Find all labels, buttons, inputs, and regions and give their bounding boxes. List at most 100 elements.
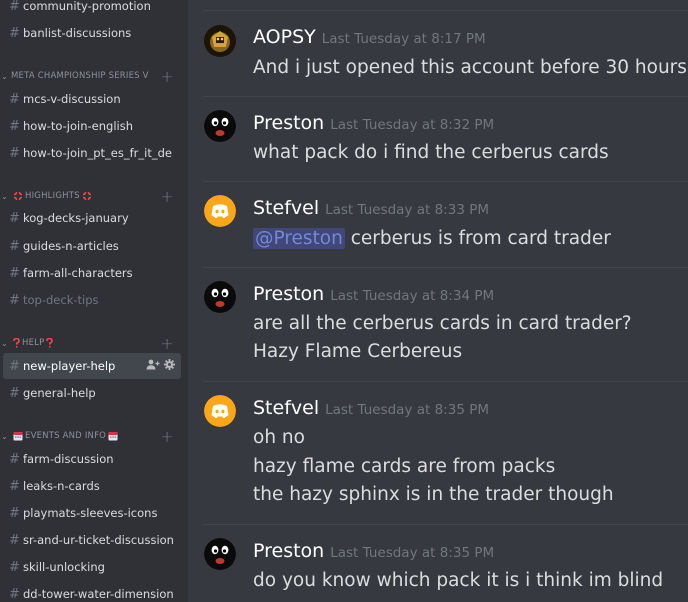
- dark-face-avatar-icon[interactable]: [204, 281, 236, 313]
- category-label: HIGHLIGHTS: [25, 191, 80, 201]
- red-question-icon: [13, 338, 20, 348]
- add-channel-icon[interactable]: +: [160, 187, 174, 206]
- channel-label: farm-discussion: [23, 452, 114, 466]
- message-header: Preston Last Tuesday at 8:34 PM: [253, 283, 494, 305]
- hash-icon: #: [9, 0, 20, 14]
- message-header: Stefvel Last Tuesday at 8:35 PM: [253, 397, 489, 419]
- channel-label: how-to-join-english: [23, 119, 133, 133]
- add-channel-icon[interactable]: +: [160, 334, 174, 353]
- message-header: Preston Last Tuesday at 8:32 PM: [253, 112, 494, 134]
- channel-label: general-help: [23, 386, 96, 400]
- hash-icon: #: [9, 265, 20, 281]
- message-timestamp: Last Tuesday at 8:35 PM: [330, 545, 495, 561]
- message-timestamp: Last Tuesday at 8:33 PM: [325, 202, 489, 218]
- message-text: And i just opened this account before 30…: [253, 57, 687, 78]
- message-timestamp: Last Tuesday at 8:32 PM: [330, 117, 495, 133]
- hash-icon: #: [9, 145, 20, 161]
- channel-dd-tower-water-dimension[interactable]: # dd-tower-water-dimension: [3, 581, 181, 602]
- channel-label: dd-tower-water-dimension: [23, 587, 174, 601]
- calendar-icon: [108, 431, 118, 441]
- chevron-down-icon: ⌄: [1, 71, 8, 81]
- message-timestamp: Last Tuesday at 8:35 PM: [325, 402, 489, 418]
- channel-sr-and-ur-ticket-discussion[interactable]: # sr-and-ur-ticket-discussion: [3, 527, 181, 553]
- channel-community-promotion[interactable]: # community-promotion: [3, 0, 181, 19]
- hash-icon: #: [9, 238, 20, 254]
- aopsy-avatar-icon[interactable]: [204, 25, 236, 57]
- hash-icon: #: [9, 532, 20, 548]
- message-text: Hazy Flame Cerbereus: [253, 341, 463, 362]
- add-channel-icon[interactable]: +: [160, 67, 174, 86]
- hash-icon: #: [9, 25, 20, 41]
- dark-face-avatar-icon[interactable]: [204, 538, 236, 570]
- message-text: are all the cerberus cards in card trade…: [253, 313, 632, 334]
- message-text-body: cerberus is from card trader: [344, 228, 611, 249]
- category-label: EVENTS AND INFO: [25, 431, 107, 441]
- category-meta-championship[interactable]: ⌄ META CHAMPIONSHIP SERIES V +: [0, 67, 184, 86]
- username[interactable]: Preston: [253, 112, 324, 134]
- add-channel-icon[interactable]: +: [160, 427, 174, 446]
- hash-icon: #: [9, 91, 20, 107]
- channel-farm-discussion[interactable]: # farm-discussion: [3, 446, 181, 472]
- invite-user-icon[interactable]: [146, 359, 160, 373]
- channel-leaks-n-cards[interactable]: # leaks-n-cards: [3, 473, 181, 499]
- hash-icon: #: [9, 118, 20, 134]
- discord-logo-avatar-icon[interactable]: [204, 395, 236, 427]
- channel-how-to-join-english[interactable]: # how-to-join-english: [3, 113, 181, 139]
- anger-symbol-icon: [82, 191, 92, 201]
- channel-label: how-to-join_pt_es_fr_it_de: [23, 146, 172, 160]
- channel-mcs-v-discussion[interactable]: # mcs-v-discussion: [3, 86, 181, 112]
- category-help[interactable]: ⌄ HELP +: [0, 334, 184, 353]
- channel-sidebar: # community-promotion # banlist-discussi…: [0, 0, 188, 602]
- channel-how-to-join-other[interactable]: # how-to-join_pt_es_fr_it_de: [3, 140, 181, 166]
- discord-logo-avatar-icon[interactable]: [204, 195, 236, 227]
- red-question-icon: [46, 338, 54, 348]
- gear-icon[interactable]: [164, 359, 175, 373]
- channel-playmats-sleeves-icons[interactable]: # playmats-sleeves-icons: [3, 500, 181, 526]
- channel-label: farm-all-characters: [23, 266, 133, 280]
- channel-new-player-help[interactable]: # new-player-help: [3, 353, 181, 379]
- category-events-and-info[interactable]: ⌄ EVENTS AND INFO +: [0, 427, 184, 446]
- message-header: Stefvel Last Tuesday at 8:33 PM: [253, 197, 489, 219]
- message-text: the hazy sphinx is in the trader though: [253, 484, 614, 505]
- hash-icon: #: [9, 505, 20, 521]
- category-label: HELP: [22, 338, 45, 348]
- username[interactable]: Preston: [253, 283, 324, 305]
- channel-label: guides-n-articles: [23, 239, 119, 253]
- chat-messages: AOPSY Last Tuesday at 8:17 PM And i just …: [188, 0, 688, 602]
- category-highlights[interactable]: ⌄ HIGHLIGHTS +: [0, 187, 184, 206]
- hash-icon: #: [9, 586, 20, 602]
- user-mention[interactable]: @Preston: [253, 228, 345, 249]
- channel-top-deck-tips[interactable]: # top-deck-tips: [3, 287, 181, 313]
- message-timestamp: Last Tuesday at 8:17 PM: [321, 31, 486, 47]
- hash-icon: #: [9, 385, 20, 401]
- channel-kog-decks-january[interactable]: # kog-decks-january: [3, 205, 181, 231]
- channel-label: new-player-help: [23, 359, 116, 373]
- username[interactable]: Stefvel: [253, 397, 319, 419]
- category-label: META CHAMPIONSHIP SERIES V: [11, 71, 149, 81]
- channel-label: leaks-n-cards: [23, 479, 100, 493]
- channel-label: mcs-v-discussion: [23, 92, 121, 106]
- username[interactable]: Stefvel: [253, 197, 319, 219]
- username[interactable]: AOPSY: [253, 26, 316, 48]
- username[interactable]: Preston: [253, 540, 324, 562]
- anger-symbol-icon: [13, 191, 23, 201]
- chevron-down-icon: ⌄: [1, 191, 8, 201]
- message-text: what pack do i find the cerberus cards: [253, 142, 609, 163]
- channel-farm-all-characters[interactable]: # farm-all-characters: [3, 260, 181, 286]
- channel-banlist-discussions[interactable]: # banlist-discussions: [3, 20, 181, 46]
- channel-guides-n-articles[interactable]: # guides-n-articles: [3, 233, 181, 259]
- channel-label: sr-and-ur-ticket-discussion: [23, 533, 174, 547]
- channel-general-help[interactable]: # general-help: [3, 380, 181, 406]
- dark-face-avatar-icon[interactable]: [204, 110, 236, 142]
- chevron-down-icon: ⌄: [1, 431, 8, 441]
- channel-skill-unlocking[interactable]: # skill-unlocking: [3, 554, 181, 580]
- channel-label: playmats-sleeves-icons: [23, 506, 158, 520]
- hash-icon: #: [9, 451, 20, 467]
- message-text: oh no: [253, 427, 305, 448]
- message-text: do you know which pack it is i think im …: [253, 570, 664, 591]
- channel-label: community-promotion: [23, 0, 151, 13]
- hash-icon: #: [9, 292, 20, 308]
- channel-label: top-deck-tips: [23, 293, 99, 307]
- message-text: @Preston cerberus is from card trader: [253, 228, 611, 249]
- hash-icon: #: [9, 210, 20, 226]
